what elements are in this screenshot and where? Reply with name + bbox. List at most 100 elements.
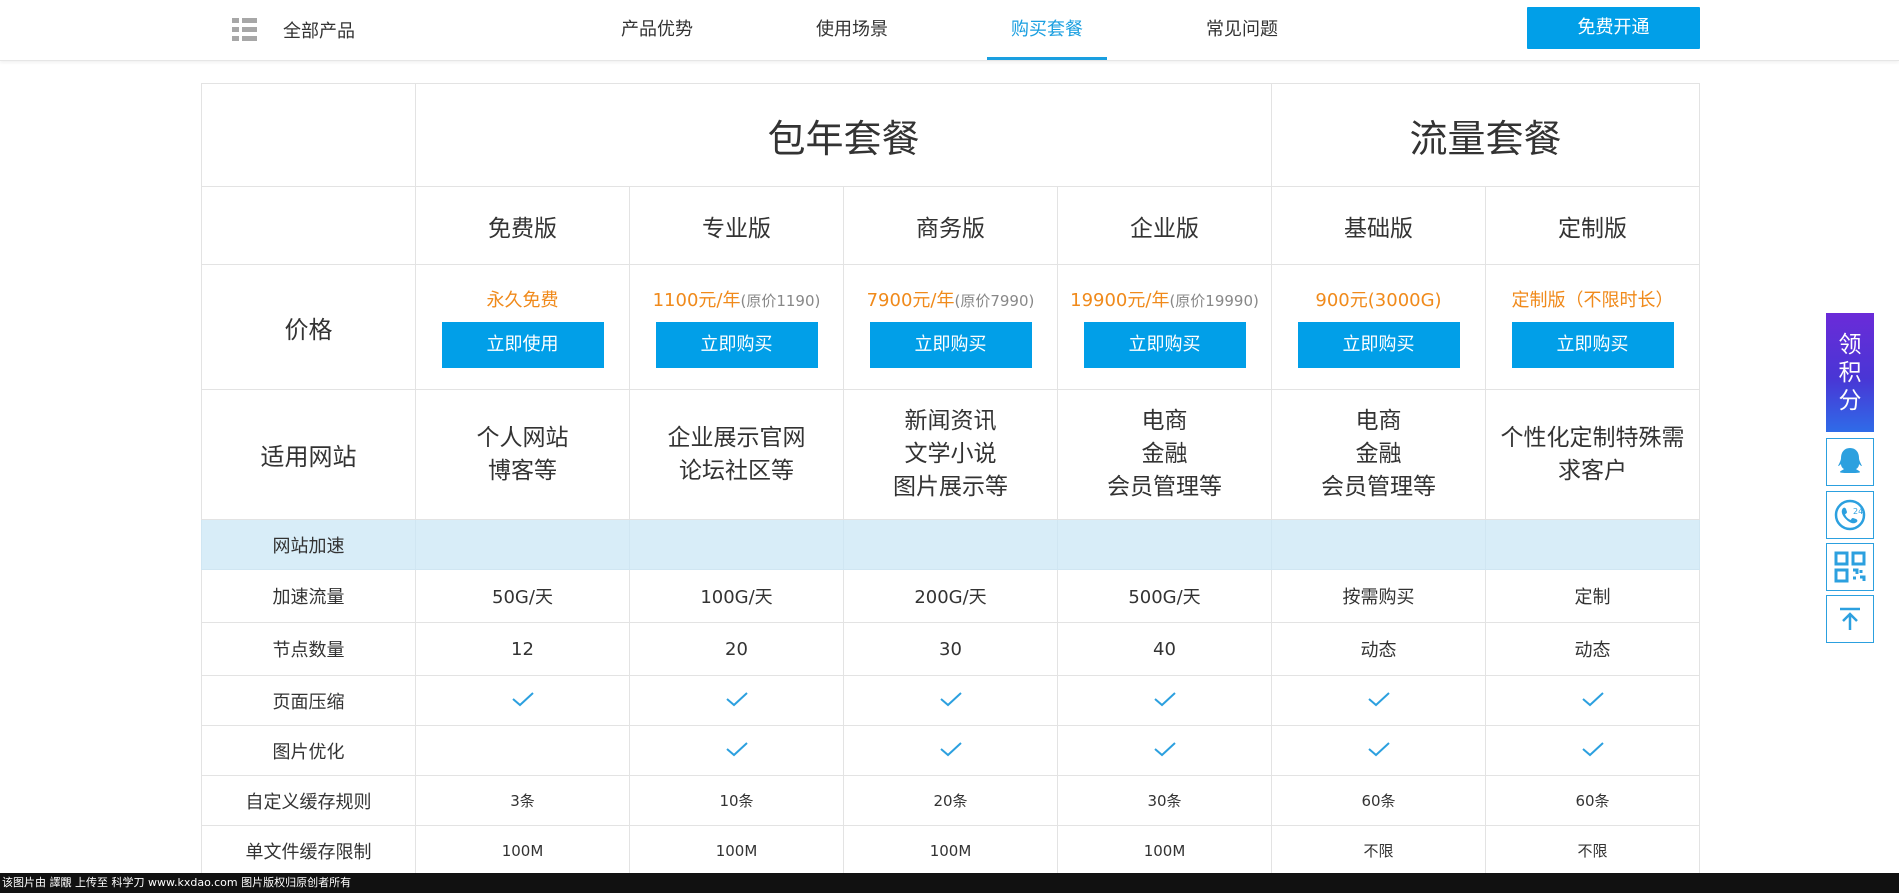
feature-cell: 50G/天	[415, 569, 630, 623]
group-annual: 包年套餐	[415, 83, 1272, 187]
original-price: (原价1190)	[740, 292, 821, 310]
price-value: 7900元/年	[866, 290, 955, 311]
all-products-menu[interactable]: 全部产品	[232, 18, 355, 42]
feature-cell: 40	[1057, 622, 1272, 676]
feature-cell	[1057, 675, 1272, 726]
feature-row: 单文件缓存限制 100M 100M 100M 100M 不限 不限	[201, 825, 1700, 876]
footer-watermark: 该图片由 譯覵 上传至 科学刀 www.kxdao.com 图片版权归原创者所有	[0, 873, 1899, 893]
buy-button-business[interactable]: 立即购买	[869, 322, 1032, 368]
pricing-table: 包年套餐 流量套餐 免费版 专业版 商务版 企业版 基础版 定制版 价格 永久免…	[201, 83, 1700, 876]
price-text: 1100元/年(原价1190)	[630, 286, 843, 312]
feature-row: 加速流量 50G/天 100G/天 200G/天 500G/天 按需购买 定制	[201, 569, 1700, 623]
site-cell-pro: 企业展示官网 论坛社区等	[629, 389, 844, 520]
check-icon	[1581, 741, 1605, 761]
feature-label: 单文件缓存限制	[201, 825, 416, 876]
feature-cell	[1271, 725, 1486, 776]
feature-cell: 动态	[1271, 622, 1486, 676]
site-line: 会员管理等	[1321, 474, 1436, 500]
site-label: 适用网站	[201, 389, 416, 520]
site-line: 金融	[1141, 441, 1188, 467]
feature-cell: 不限	[1271, 825, 1486, 876]
buy-button-enterprise[interactable]: 立即购买	[1083, 322, 1246, 368]
back-to-top-icon[interactable]	[1826, 595, 1874, 643]
feature-cell	[1485, 725, 1700, 776]
feature-cell: 不限	[1485, 825, 1700, 876]
price-text: 7900元/年(原价7990)	[844, 286, 1057, 312]
feature-cell	[629, 725, 844, 776]
tab-pricing[interactable]: 购买套餐	[987, 0, 1107, 61]
price-text: 19900元/年(原价19990)	[1058, 286, 1271, 312]
site-line: 会员管理等	[1107, 474, 1222, 500]
feature-cell: 100G/天	[629, 569, 844, 623]
feature-cell	[1057, 725, 1272, 776]
buy-button-pro[interactable]: 立即购买	[655, 322, 818, 368]
site-cell-free: 个人网站 博客等	[415, 389, 630, 520]
site-line: 个人网站	[476, 424, 569, 451]
all-products-label: 全部产品	[283, 21, 355, 42]
site-line: 金融	[1355, 441, 1402, 467]
price-cell-basic: 900元(3000G) 立即购买	[1271, 264, 1486, 390]
check-icon	[939, 741, 963, 761]
feature-cell	[843, 725, 1058, 776]
points-char-1: 领	[1838, 332, 1862, 358]
version-custom: 定制版	[1485, 186, 1700, 265]
site-line: 电商	[1355, 408, 1402, 434]
check-icon	[725, 691, 749, 711]
earn-points-button[interactable]: 领 积 分	[1826, 313, 1874, 432]
check-icon	[1367, 741, 1391, 761]
price-value: 定制版（不限时长）	[1511, 290, 1674, 311]
price-cell-business: 7900元/年(原价7990) 立即购买	[843, 264, 1058, 390]
feature-cell	[843, 675, 1058, 726]
version-business: 商务版	[843, 186, 1058, 265]
site-line: 个性化定制特殊需	[1500, 424, 1685, 451]
version-free: 免费版	[415, 186, 630, 265]
check-icon	[1581, 691, 1605, 711]
feature-cell: 12	[415, 622, 630, 676]
site-line: 新闻资讯	[904, 408, 997, 434]
site-line: 文学小说	[904, 441, 997, 467]
empty-version-cell	[201, 186, 416, 265]
site-cell-basic: 电商 金融 会员管理等	[1271, 389, 1486, 520]
feature-cell: 60条	[1271, 775, 1486, 826]
buy-button-free[interactable]: 立即使用	[441, 322, 604, 368]
check-icon	[1153, 691, 1177, 711]
feature-cell: 200G/天	[843, 569, 1058, 623]
feature-cell: 500G/天	[1057, 569, 1272, 623]
tab-faq[interactable]: 常见问题	[1199, 0, 1285, 61]
feature-label: 节点数量	[201, 622, 416, 676]
price-text: 永久免费	[416, 286, 629, 312]
check-icon	[725, 741, 749, 761]
feature-cell: 60条	[1485, 775, 1700, 826]
feature-row: 节点数量 12 20 30 40 动态 动态	[201, 622, 1700, 676]
price-cell-custom: 定制版（不限时长） 立即购买	[1485, 264, 1700, 390]
original-price: (原价7990)	[954, 292, 1035, 310]
points-char-3: 分	[1838, 388, 1862, 414]
site-cell-business: 新闻资讯文学小说图片展示等	[843, 389, 1058, 520]
price-label: 价格	[201, 264, 416, 390]
check-icon	[1153, 741, 1177, 761]
phone-24-icon[interactable]: 24	[1826, 491, 1874, 539]
feature-row: 自定义缓存规则 3条 10条 20条 30条 60条 60条	[201, 775, 1700, 826]
section-acceleration: 网站加速	[201, 519, 416, 570]
feature-row: 图片优化	[201, 725, 1700, 776]
version-enterprise: 企业版	[1057, 186, 1272, 265]
top-nav: 全部产品 产品优势 使用场景 购买套餐 常见问题 免费开通	[0, 0, 1899, 61]
price-value: 19900元/年	[1070, 290, 1170, 311]
free-activate-button[interactable]: 免费开通	[1527, 7, 1700, 49]
check-icon	[511, 691, 535, 711]
qrcode-icon[interactable]	[1826, 543, 1874, 591]
feature-cell: 30条	[1057, 775, 1272, 826]
feature-cell: 定制	[1485, 569, 1700, 623]
qq-icon[interactable]	[1826, 438, 1874, 486]
feature-cell	[415, 675, 630, 726]
buy-button-custom[interactable]: 立即购买	[1511, 322, 1674, 368]
tab-use-cases[interactable]: 使用场景	[809, 0, 895, 61]
site-line: 图片展示等	[893, 474, 1008, 500]
buy-button-basic[interactable]: 立即购买	[1297, 322, 1460, 368]
feature-cell	[629, 675, 844, 726]
empty-corner-cell	[201, 83, 416, 187]
feature-cell: 20	[629, 622, 844, 676]
feature-label: 页面压缩	[201, 675, 416, 726]
tab-product-advantages[interactable]: 产品优势	[614, 0, 700, 61]
price-text: 900元(3000G)	[1272, 286, 1485, 312]
